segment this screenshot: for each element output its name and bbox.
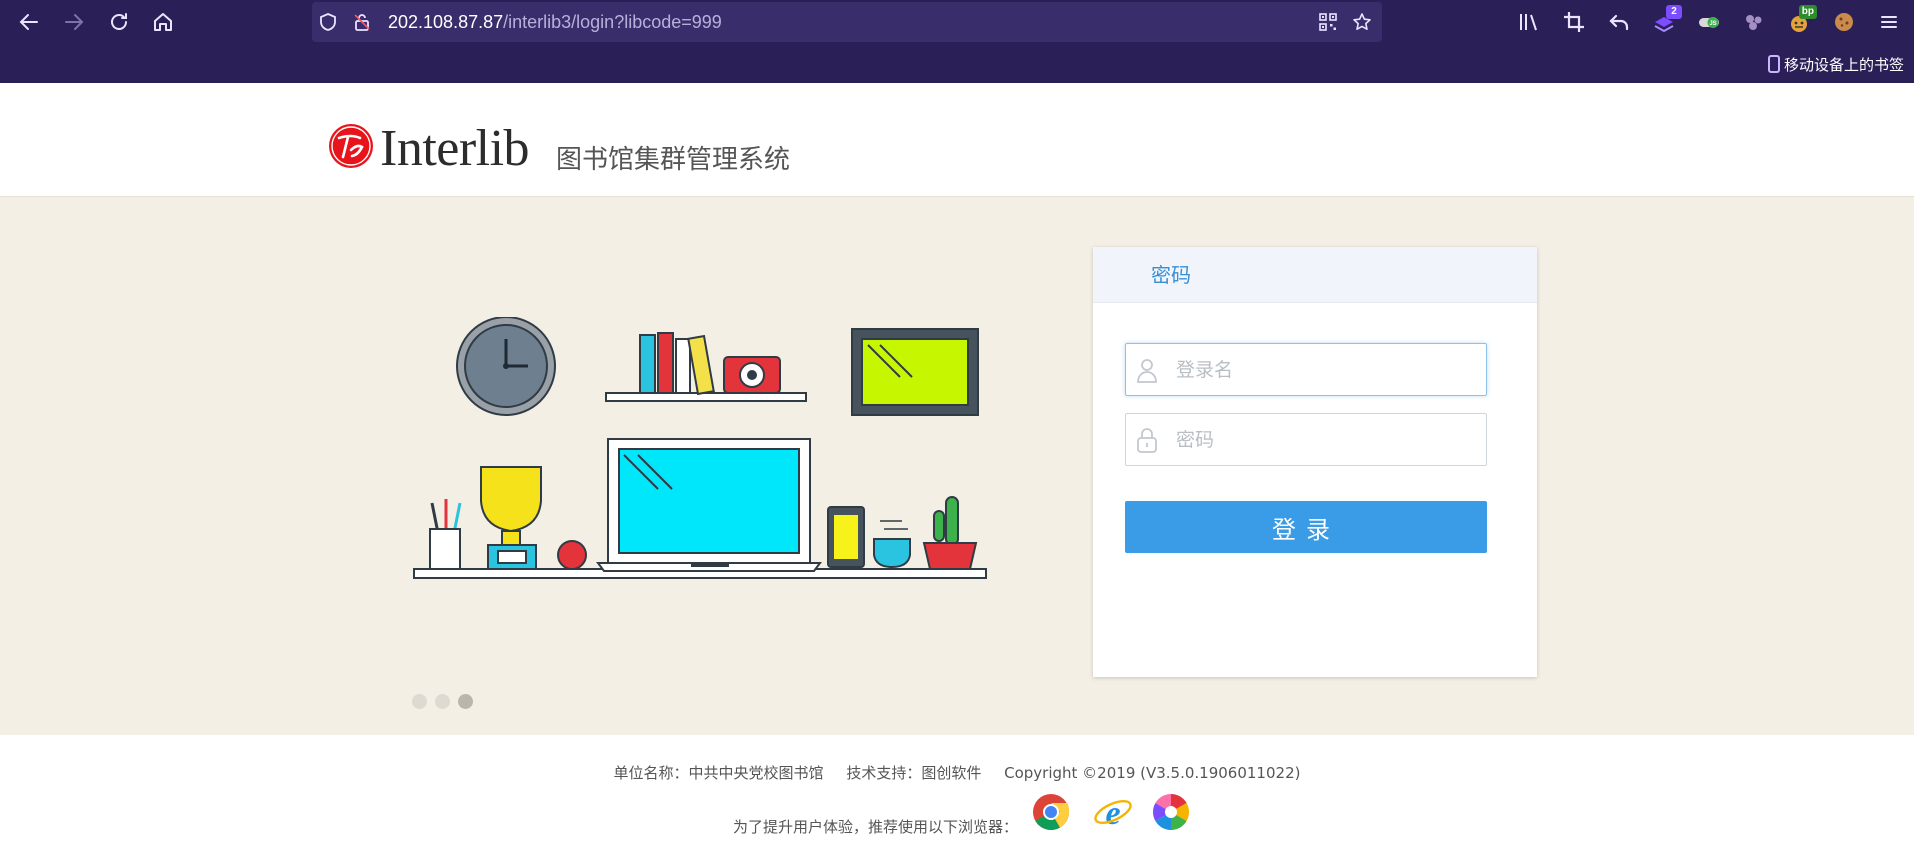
crop-screenshot-icon[interactable] <box>1562 10 1586 34</box>
carousel-dot[interactable] <box>435 694 450 709</box>
bp-extension-icon[interactable]: bp <box>1787 5 1817 34</box>
desk-illustration-image <box>413 317 987 579</box>
back-icon[interactable] <box>17 10 41 34</box>
notification-badge: 2 <box>1666 5 1682 19</box>
library-icon[interactable] <box>1517 10 1541 34</box>
carousel-dot[interactable] <box>412 694 427 709</box>
login-tabs: 密码 <box>1093 247 1537 303</box>
tab-password-login[interactable]: 密码 <box>1151 263 1191 287</box>
paw-extension-icon[interactable] <box>1742 10 1766 34</box>
coffee-cup-graphic <box>873 520 911 569</box>
js-toggle-icon[interactable]: JS <box>1697 10 1721 34</box>
js-toggle-label: JS <box>1709 21 1716 27</box>
undo-icon[interactable] <box>1607 10 1631 34</box>
carousel-dots <box>412 694 473 709</box>
url-text[interactable]: 202.108.87.87/interlib3/login?libcode=99… <box>388 12 722 32</box>
password-input[interactable] <box>1176 414 1476 465</box>
home-icon[interactable] <box>151 10 175 34</box>
trophy-graphic <box>480 466 542 570</box>
footer-browser-note: 为了提升用户体验，推荐使用以下浏览器： <box>733 818 1019 836</box>
url-path: /interlib3/login?libcode=999 <box>503 12 722 32</box>
username-input[interactable] <box>1176 344 1476 395</box>
password-field[interactable] <box>1125 413 1487 466</box>
mobile-bookmarks[interactable]: 移动设备上的书签 <box>1767 52 1904 76</box>
bookshelf-graphic <box>605 332 807 402</box>
footer-info: 单位名称：中共中央党校图书馆 技术支持：图创软件 Copyright ©2019… <box>0 762 1914 783</box>
mobile-bookmarks-label: 移动设备上的书签 <box>1783 55 1904 74</box>
mobile-device-icon <box>1767 55 1780 73</box>
360-browser-icon[interactable] <box>1151 792 1191 832</box>
carousel-dot-active[interactable] <box>458 694 473 709</box>
login-panel: 密码 登录 <box>1093 247 1537 677</box>
phone-graphic <box>827 506 865 568</box>
cookie-icon[interactable] <box>1832 10 1856 34</box>
forward-icon[interactable] <box>62 10 86 34</box>
footer-support: 技术支持：图创软件 <box>846 764 982 782</box>
qr-code-icon[interactable] <box>1318 12 1338 32</box>
username-field[interactable] <box>1125 343 1487 396</box>
apple-graphic <box>557 540 587 570</box>
browser-toolbar: 202.108.87.87/interlib3/login?libcode=99… <box>0 0 1914 44</box>
logo-text: Interlib <box>380 120 530 177</box>
bookmark-star-icon[interactable] <box>1352 12 1372 32</box>
bp-badge: bp <box>1798 5 1817 19</box>
address-bar[interactable]: 202.108.87.87/interlib3/login?libcode=99… <box>312 2 1382 42</box>
system-title: 图书馆集群管理系统 <box>556 145 791 175</box>
shield-icon[interactable] <box>318 12 338 32</box>
pencil-cup-graphic <box>429 499 462 570</box>
page-header: Interlib 图书馆集群管理系统 <box>0 83 1914 197</box>
insecure-lock-icon[interactable] <box>352 12 372 32</box>
interlib-logo-icon <box>329 124 373 168</box>
footer-org: 单位名称：中共中央党校图书馆 <box>613 764 824 782</box>
footer-copyright: Copyright ©2019 (V3.5.0.1906011022) <box>1004 764 1301 782</box>
menu-icon[interactable] <box>1877 10 1901 34</box>
login-button[interactable]: 登录 <box>1125 501 1487 553</box>
main-section: 密码 登录 <box>0 197 1914 735</box>
picture-frame-graphic <box>851 328 979 416</box>
stack-extension-icon[interactable]: 2 <box>1652 5 1682 34</box>
clock-graphic <box>456 317 556 416</box>
reload-icon[interactable] <box>107 10 131 34</box>
user-icon <box>1136 357 1158 383</box>
lock-icon <box>1136 427 1158 453</box>
browser-chrome: 202.108.87.87/interlib3/login?libcode=99… <box>0 0 1914 83</box>
laptop-graphic <box>596 438 822 572</box>
ie-browser-icon[interactable]: e <box>1093 792 1133 832</box>
chrome-browser-icon[interactable] <box>1031 792 1071 832</box>
cactus-graphic <box>922 496 978 570</box>
url-host: 202.108.87.87 <box>388 12 504 32</box>
